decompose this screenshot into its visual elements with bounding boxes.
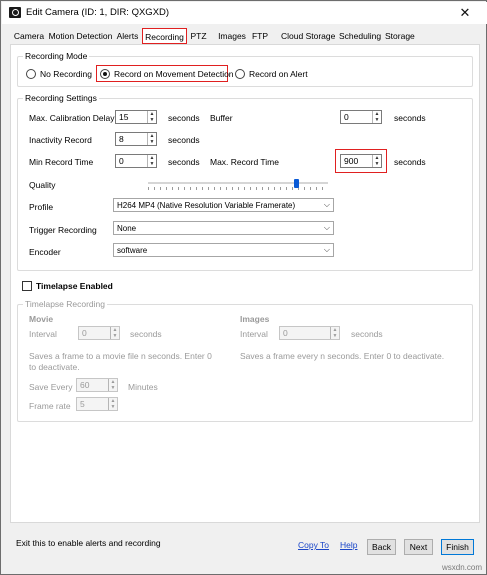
max-record-time-input[interactable]: 900 ▲ ▼ — [340, 154, 382, 168]
radio-no-recording-label: No Recording — [40, 69, 92, 79]
images-note: Saves a frame every n seconds. Enter 0 t… — [240, 351, 445, 361]
watermark-text: wsxdn.com — [441, 563, 482, 572]
images-interval-value: 0 — [283, 328, 288, 338]
help-link[interactable]: Help — [340, 540, 357, 550]
min-record-time-spinner[interactable]: ▲ ▼ — [147, 155, 156, 167]
save-every-value: 60 — [80, 380, 90, 390]
tab-storage[interactable]: Storage — [385, 30, 415, 44]
max-calibration-delay-spinner[interactable]: ▲ ▼ — [147, 111, 156, 123]
chevron-down-icon: ⌵ — [323, 223, 330, 232]
buffer-value: 0 — [344, 112, 349, 122]
footer-hint: Exit this to enable alerts and recording — [16, 538, 161, 548]
inactivity-record-spinner[interactable]: ▲ ▼ — [147, 133, 156, 145]
movie-note: Saves a frame to a movie file n seconds.… — [29, 351, 212, 372]
tab-camera[interactable]: Camera — [13, 30, 45, 44]
timelapse-enabled-checkbox[interactable] — [22, 281, 32, 291]
radio-record-on-movement-label: Record on Movement Detection — [114, 69, 234, 79]
encoder-value: software — [117, 246, 148, 255]
profile-label: Profile — [29, 202, 54, 212]
save-every-spinner[interactable]: ▲ ▼ — [108, 379, 117, 391]
movie-interval-spinner[interactable]: ▲ ▼ — [110, 327, 119, 339]
max-calibration-delay-value: 15 — [119, 112, 129, 122]
tab-images[interactable]: Images — [217, 30, 247, 44]
max-record-time-spinner[interactable]: ▲ ▼ — [372, 155, 381, 167]
buffer-unit: seconds — [394, 113, 426, 123]
buffer-label: Buffer — [210, 113, 233, 123]
encoder-label: Encoder — [29, 247, 61, 257]
tab-scheduling[interactable]: Scheduling — [339, 30, 381, 44]
recording-mode-title: Recording Mode — [23, 51, 90, 61]
frame-rate-label: Frame rate — [29, 401, 71, 411]
title-bar: Edit Camera (ID: 1, DIR: QXGXD) ✕ — [2, 2, 487, 24]
tab-ptz[interactable]: PTZ — [188, 30, 209, 44]
camera-app-icon — [9, 7, 21, 18]
frame-rate-input[interactable]: 5 ▲ ▼ — [76, 397, 118, 411]
save-every-input[interactable]: 60 ▲ ▼ — [76, 378, 118, 392]
max-record-time-unit: seconds — [394, 157, 426, 167]
close-button[interactable]: ✕ — [451, 3, 479, 23]
inactivity-record-value: 8 — [119, 134, 124, 144]
images-interval-label: Interval — [240, 329, 268, 339]
inactivity-record-input[interactable]: 8 ▲ ▼ — [115, 132, 157, 146]
quality-slider-thumb[interactable] — [293, 179, 299, 188]
profile-select[interactable]: H264 MP4 (Native Resolution Variable Fra… — [113, 198, 334, 212]
copy-to-link[interactable]: Copy To — [298, 540, 329, 550]
tab-alerts[interactable]: Alerts — [115, 30, 140, 44]
images-heading: Images — [240, 314, 270, 324]
tab-cloud-storage[interactable]: Cloud Storage — [281, 30, 335, 44]
next-button[interactable]: Next — [404, 539, 433, 555]
trigger-recording-label: Trigger Recording — [29, 225, 97, 235]
buffer-spinner[interactable]: ▲ ▼ — [372, 111, 381, 123]
trigger-recording-select[interactable]: None ⌵ — [113, 221, 334, 235]
tab-recording[interactable]: Recording — [142, 28, 187, 44]
profile-value: H264 MP4 (Native Resolution Variable Fra… — [117, 201, 296, 210]
movie-interval-label: Interval — [29, 329, 57, 339]
window-title: Edit Camera (ID: 1, DIR: QXGXD) — [26, 7, 170, 18]
recording-tab-panel: Recording Mode No Recording Record on Mo… — [10, 44, 480, 523]
quality-slider-track[interactable] — [148, 182, 328, 184]
max-calibration-delay-input[interactable]: 15 ▲ ▼ — [115, 110, 157, 124]
quality-label: Quality — [29, 180, 56, 190]
back-button[interactable]: Back — [367, 539, 396, 555]
min-record-time-unit: seconds — [168, 157, 200, 167]
chevron-down-icon: ⌵ — [323, 245, 330, 254]
images-interval-spinner[interactable]: ▲ ▼ — [330, 327, 339, 339]
edit-camera-window: Edit Camera (ID: 1, DIR: QXGXD) ✕ Camera… — [0, 0, 487, 575]
radio-record-on-alert-label: Record on Alert — [249, 69, 308, 79]
encoder-select[interactable]: software ⌵ — [113, 243, 334, 257]
recording-settings-title: Recording Settings — [23, 93, 99, 103]
movie-interval-input[interactable]: 0 ▲ ▼ — [78, 326, 120, 340]
radio-record-on-movement[interactable] — [100, 69, 110, 79]
frame-rate-spinner[interactable]: ▲ ▼ — [108, 398, 117, 410]
timelapse-enabled-label: Timelapse Enabled — [36, 281, 113, 291]
trigger-recording-value: None — [117, 224, 137, 233]
movie-interval-value: 0 — [82, 328, 87, 338]
max-record-time-value: 900 — [344, 156, 359, 166]
movie-heading: Movie — [29, 314, 54, 324]
inactivity-record-label: Inactivity Record — [29, 135, 92, 145]
finish-button[interactable]: Finish — [441, 539, 474, 555]
images-interval-unit: seconds — [351, 329, 383, 339]
min-record-time-label: Min Record Time — [29, 157, 94, 167]
radio-no-recording[interactable] — [26, 69, 36, 79]
inactivity-record-unit: seconds — [168, 135, 200, 145]
radio-record-on-alert[interactable] — [235, 69, 245, 79]
frame-rate-value: 5 — [80, 399, 85, 409]
images-interval-input[interactable]: 0 ▲ ▼ — [279, 326, 340, 340]
max-record-time-label: Max. Record Time — [210, 157, 279, 167]
buffer-input[interactable]: 0 ▲ ▼ — [340, 110, 382, 124]
max-calibration-delay-unit: seconds — [168, 113, 200, 123]
save-every-label: Save Every — [29, 382, 73, 392]
quality-slider-ticks — [148, 187, 328, 190]
timelapse-recording-title: Timelapse Recording — [23, 299, 107, 309]
save-every-unit: Minutes — [128, 382, 158, 392]
movie-interval-unit: seconds — [130, 329, 162, 339]
max-calibration-delay-label: Max. Calibration Delay — [29, 113, 115, 123]
chevron-down-icon: ⌵ — [323, 200, 330, 209]
min-record-time-value: 0 — [119, 156, 124, 166]
tab-ftp[interactable]: FTP — [251, 30, 269, 44]
tab-motion-detection[interactable]: Motion Detection — [47, 30, 114, 44]
min-record-time-input[interactable]: 0 ▲ ▼ — [115, 154, 157, 168]
